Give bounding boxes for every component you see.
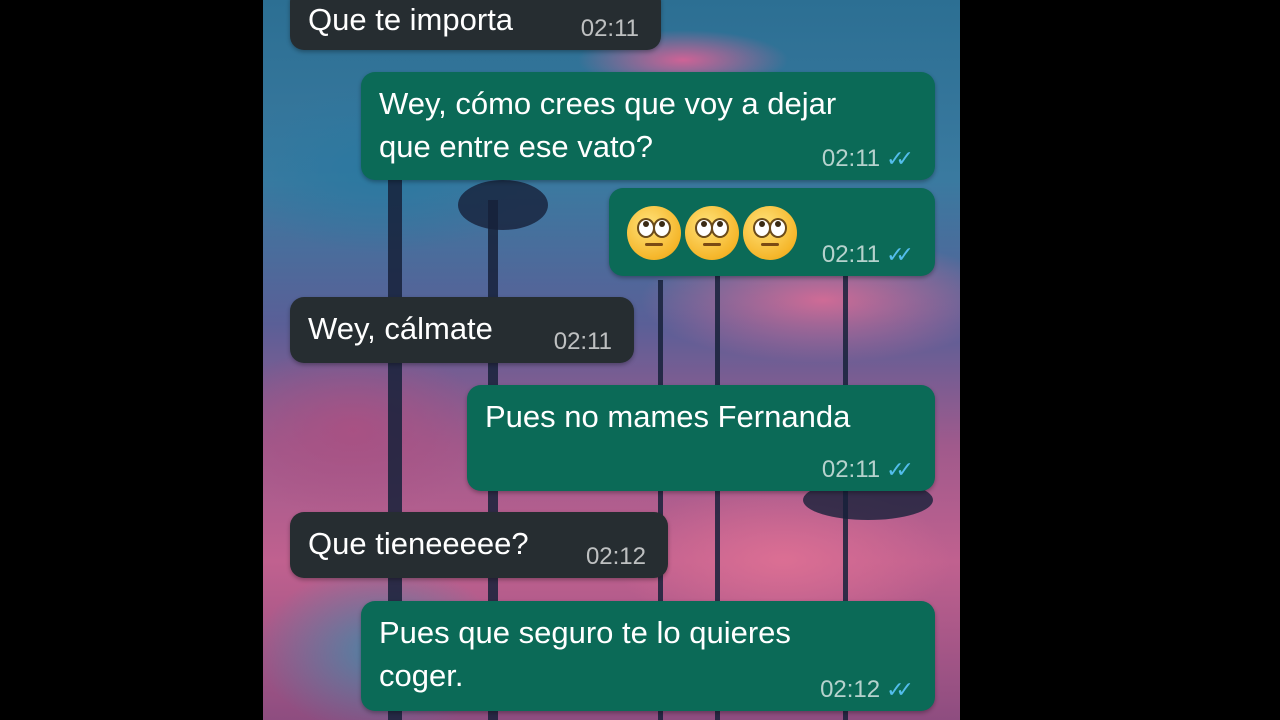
message-time: 02:12 — [585, 543, 646, 570]
face-with-rolling-eyes-icon — [627, 206, 681, 260]
message-time: 02:11 — [821, 145, 881, 172]
message-time: 02:11 — [580, 15, 639, 42]
message-outgoing[interactable]: Wey, cómo crees que voy a dejar que entr… — [361, 72, 935, 180]
message-outgoing-emoji[interactable]: 02:11 ✓✓ — [609, 188, 935, 276]
message-incoming[interactable]: Wey, cálmate 02:11 — [290, 297, 634, 363]
read-receipt-icon: ✓✓ — [886, 146, 914, 171]
message-meta: 02:11 ✓✓ — [821, 241, 914, 268]
message-time: 02:11 — [821, 456, 881, 483]
message-incoming[interactable]: Que tieneeeee? 02:12 — [290, 512, 668, 578]
face-with-rolling-eyes-icon — [685, 206, 739, 260]
message-meta: 02:11 — [554, 329, 612, 355]
palm-frond-decoration — [458, 180, 548, 230]
message-incoming[interactable]: Que te importa 02:11 — [290, 0, 661, 50]
message-meta: 02:12 — [586, 544, 646, 570]
message-time: 02:11 — [821, 241, 881, 268]
message-time: 02:12 — [820, 676, 881, 703]
face-with-rolling-eyes-icon — [743, 206, 797, 260]
message-time: 02:11 — [553, 328, 612, 355]
read-receipt-icon: ✓✓ — [886, 242, 914, 267]
message-outgoing[interactable]: Pues no mames Fernanda 02:11 ✓✓ — [467, 385, 935, 491]
read-receipt-icon: ✓✓ — [886, 677, 914, 702]
message-meta: 02:11 — [581, 16, 639, 42]
message-meta: 02:11 ✓✓ — [821, 456, 914, 483]
message-meta: 02:11 ✓✓ — [821, 145, 914, 172]
chat-background: Que te importa 02:11 Wey, cómo crees que… — [263, 0, 960, 720]
message-text: Pues no mames Fernanda — [485, 399, 851, 434]
message-meta: 02:12 ✓✓ — [820, 676, 914, 703]
read-receipt-icon: ✓✓ — [886, 457, 914, 482]
message-outgoing[interactable]: Pues que seguro te lo quieres coger. 02:… — [361, 601, 935, 711]
